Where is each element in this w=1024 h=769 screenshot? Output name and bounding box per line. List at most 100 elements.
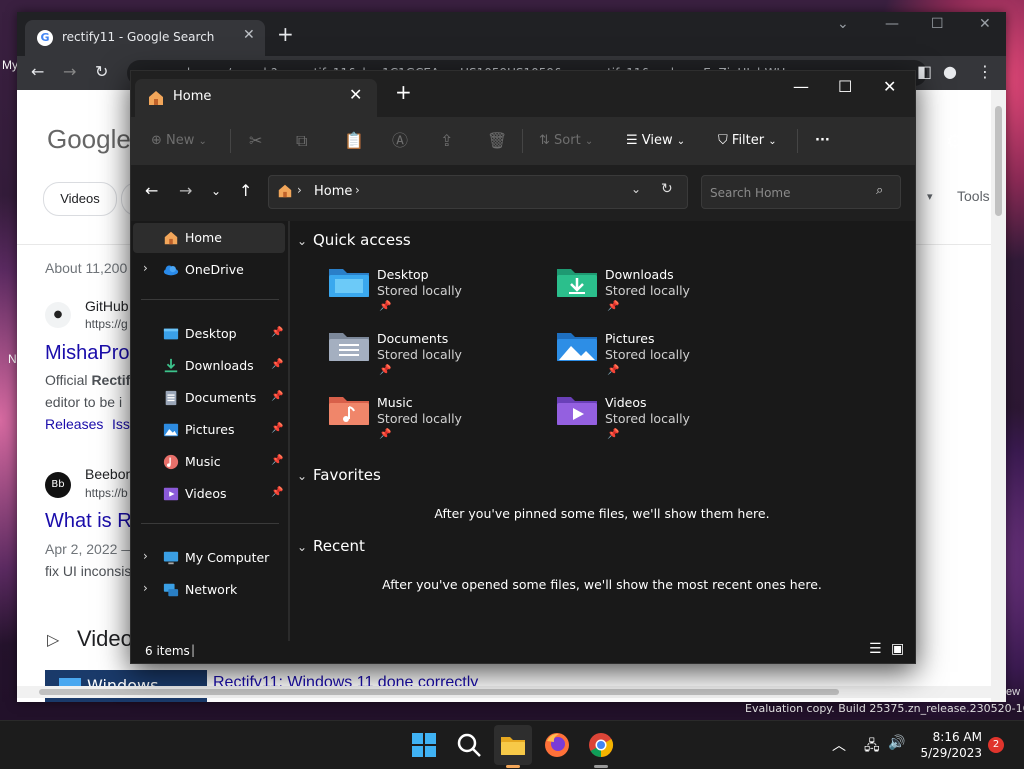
breadcrumb-chevron-icon[interactable]: › [355, 183, 360, 197]
quick-access-header[interactable]: ⌄ Quick access [297, 231, 411, 249]
expand-chevron-icon[interactable]: › [143, 261, 148, 275]
chrome-tab-close-icon[interactable]: ✕ [243, 27, 255, 43]
chrome-tab[interactable]: G rectify11 - Google Search ✕ [25, 20, 265, 56]
quick-access-item[interactable]: Videos Stored locally 📌 [555, 393, 755, 453]
up-arrow-icon[interactable]: ↑ [239, 181, 252, 200]
quick-access-item[interactable]: Desktop Stored locally 📌 [327, 265, 527, 325]
chrome-forward-icon[interactable]: → [63, 62, 76, 81]
tiles-view-icon[interactable]: ▣ [891, 641, 904, 657]
chrome-vertical-scrollbar[interactable] [991, 90, 1006, 702]
volume-icon[interactable]: 🔊 [888, 735, 905, 751]
more-options-button[interactable]: ··· [815, 117, 830, 165]
notification-badge[interactable]: 2 [988, 737, 1004, 753]
explorer-tab-home[interactable]: Home ✕ [135, 79, 377, 117]
google-tools-button[interactable]: Tools [957, 188, 990, 204]
sidebar-item-desktop[interactable]: Desktop 📌 [133, 319, 285, 349]
search-input[interactable] [702, 176, 882, 210]
sidebar-item-documents[interactable]: Documents 📌 [133, 383, 285, 413]
google-chevron-icon[interactable]: ▾ [927, 190, 933, 203]
search-icon[interactable] [455, 731, 483, 759]
collapse-chevron-icon[interactable]: ⌄ [297, 469, 313, 483]
result1-releases-link[interactable]: Releases [45, 416, 103, 432]
settings-gear-icon[interactable]: ⚙ [946, 117, 964, 165]
collapse-chevron-icon[interactable]: ⌄ [297, 234, 313, 248]
share-icon[interactable]: ⇪ [440, 117, 453, 165]
quick-access-item[interactable]: Music Stored locally 📌 [327, 393, 527, 453]
search-box[interactable]: ⌕ [701, 175, 901, 210]
address-bar[interactable]: › Home › ⌄ ↻ [268, 175, 688, 209]
taskbar-clock[interactable]: 8:16 AM 5/29/2023 [918, 729, 982, 761]
sidebar-item-downloads[interactable]: Downloads 📌 [133, 351, 285, 381]
downloads-icon [164, 358, 178, 373]
rename-icon[interactable]: Ⓐ [392, 117, 408, 165]
explorer-close-icon[interactable]: ✕ [883, 77, 896, 96]
sidebar-item-music[interactable]: Music 📌 [133, 447, 285, 477]
sidebar-item-videos[interactable]: Videos 📌 [133, 479, 285, 509]
chrome-new-tab-icon[interactable]: + [277, 22, 294, 46]
firefox-icon[interactable] [543, 731, 571, 759]
address-dropdown-icon[interactable]: ⌄ [631, 182, 641, 196]
quick-access-item[interactable]: Documents Stored locally 📌 [327, 329, 527, 389]
network-tray-icon[interactable]: 🖧 [864, 735, 880, 759]
explorer-tab-close-icon[interactable]: ✕ [349, 85, 362, 104]
delete-icon[interactable]: 🗑 [487, 117, 507, 165]
explorer-maximize-icon[interactable]: ☐ [838, 77, 852, 96]
chrome-profile-icon[interactable]: ● [943, 62, 957, 81]
cut-icon[interactable]: ✂ [249, 117, 262, 165]
search-icon[interactable]: ⌕ [876, 183, 883, 198]
tray-overflow-chevron-icon[interactable]: ︿ [832, 735, 846, 755]
expand-chevron-icon[interactable]: › [143, 549, 148, 563]
sidebar-item-my-computer[interactable]: › My Computer [133, 543, 285, 573]
explorer-new-tab-icon[interactable]: + [395, 80, 412, 104]
chrome-icon[interactable] [587, 731, 615, 759]
chrome-maximize-icon[interactable]: ☐ [931, 16, 944, 32]
copy-icon[interactable]: ⧉ [296, 117, 307, 165]
chrome-horizontal-scrollbar[interactable] [17, 686, 991, 698]
refresh-icon[interactable]: ↻ [661, 181, 673, 197]
chrome-back-icon[interactable]: ← [31, 62, 44, 81]
google-logo[interactable]: Google [47, 124, 131, 155]
expand-chevron-icon[interactable]: › [143, 581, 148, 595]
result1-snippet-line2: editor to be i [45, 394, 123, 410]
new-plus-icon: ⊕ [151, 133, 162, 148]
result2-url[interactable]: https://b [85, 486, 128, 500]
quick-access-item[interactable]: Pictures Stored locally 📌 [555, 329, 755, 389]
view-button[interactable]: ☰ View ⌄ [626, 117, 685, 165]
sort-button[interactable]: ⇅ Sort ⌄ [539, 117, 593, 165]
sidebar-item-network[interactable]: › Network [133, 575, 285, 605]
paste-icon[interactable]: 📋 [344, 117, 364, 165]
recent-header[interactable]: ⌄ Recent [297, 537, 365, 555]
favorites-header[interactable]: ⌄ Favorites [297, 466, 381, 484]
breadcrumb-chevron-icon[interactable]: › [297, 183, 302, 197]
sidebar-item-onedrive[interactable]: › OneDrive [133, 255, 285, 285]
item-status: Stored locally [377, 347, 462, 362]
chrome-sidepanel-icon[interactable]: ◧ [917, 62, 932, 81]
chrome-minimize-icon[interactable]: — [885, 16, 899, 32]
result1-url[interactable]: https://g [85, 317, 128, 331]
sidebar-item-pictures[interactable]: Pictures 📌 [133, 415, 285, 445]
back-arrow-icon[interactable]: ← [145, 181, 158, 200]
file-explorer-icon[interactable] [499, 731, 527, 759]
details-view-icon[interactable]: ☰ [869, 641, 882, 657]
explorer-minimize-icon[interactable]: — [793, 77, 809, 96]
new-button[interactable]: ⊕ New ⌄ [151, 117, 207, 165]
chrome-menu-icon[interactable]: ⋮ [977, 62, 993, 81]
quick-access-item[interactable]: Downloads Stored locally 📌 [555, 265, 755, 325]
chrome-reload-icon[interactable]: ↻ [95, 62, 108, 81]
google-chip-videos[interactable]: Videos [43, 182, 117, 216]
result1-title-link[interactable]: MishaPro [45, 342, 129, 365]
breadcrumb-home[interactable]: Home [314, 184, 352, 199]
chrome-close-icon[interactable]: ✕ [979, 16, 991, 32]
forward-arrow-icon[interactable]: → [179, 181, 192, 200]
result1-issues-link[interactable]: Iss [112, 416, 130, 432]
chrome-tab-search-icon[interactable]: ⌄ [837, 16, 849, 32]
chrome-vscroll-thumb[interactable] [995, 106, 1002, 216]
favorites-empty-message: After you've pinned some files, we'll sh… [434, 506, 770, 521]
sidebar-item-home[interactable]: Home [133, 223, 285, 253]
result2-title-link[interactable]: What is R [45, 510, 132, 533]
chrome-hscroll-thumb[interactable] [39, 689, 839, 695]
collapse-chevron-icon[interactable]: ⌄ [297, 540, 313, 554]
filter-button[interactable]: ⛉ Filter ⌄ [718, 117, 777, 165]
recent-locations-chevron-icon[interactable]: ⌄ [211, 184, 221, 198]
start-windows-icon[interactable] [410, 731, 438, 759]
